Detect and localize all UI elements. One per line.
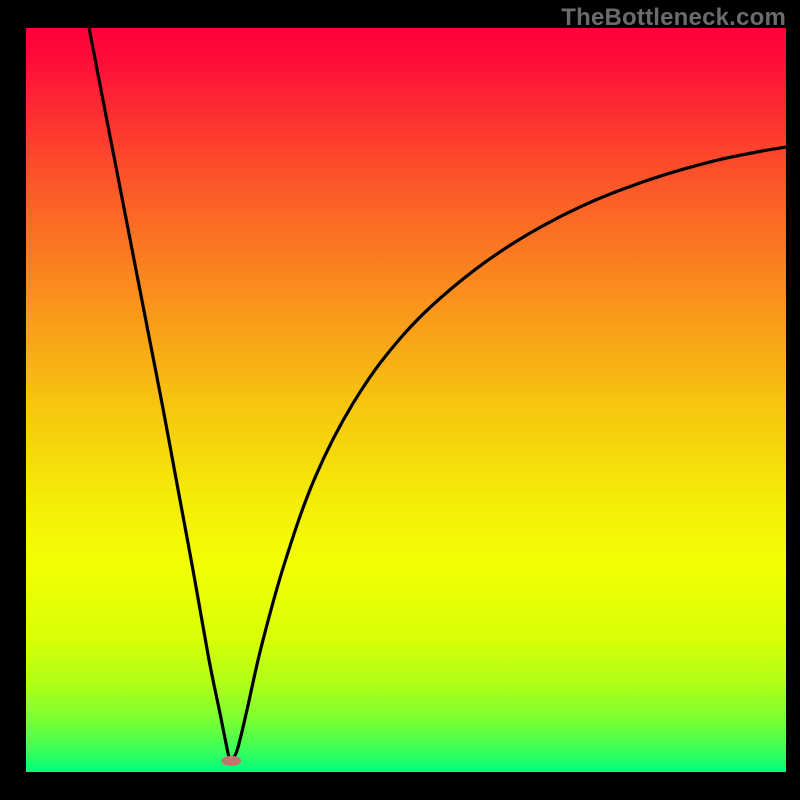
bottleneck-marker <box>221 756 241 766</box>
chart-frame: TheBottleneck.com <box>0 0 800 800</box>
bottleneck-chart <box>0 0 800 800</box>
plot-area <box>26 28 786 772</box>
watermark-label: TheBottleneck.com <box>561 4 786 32</box>
